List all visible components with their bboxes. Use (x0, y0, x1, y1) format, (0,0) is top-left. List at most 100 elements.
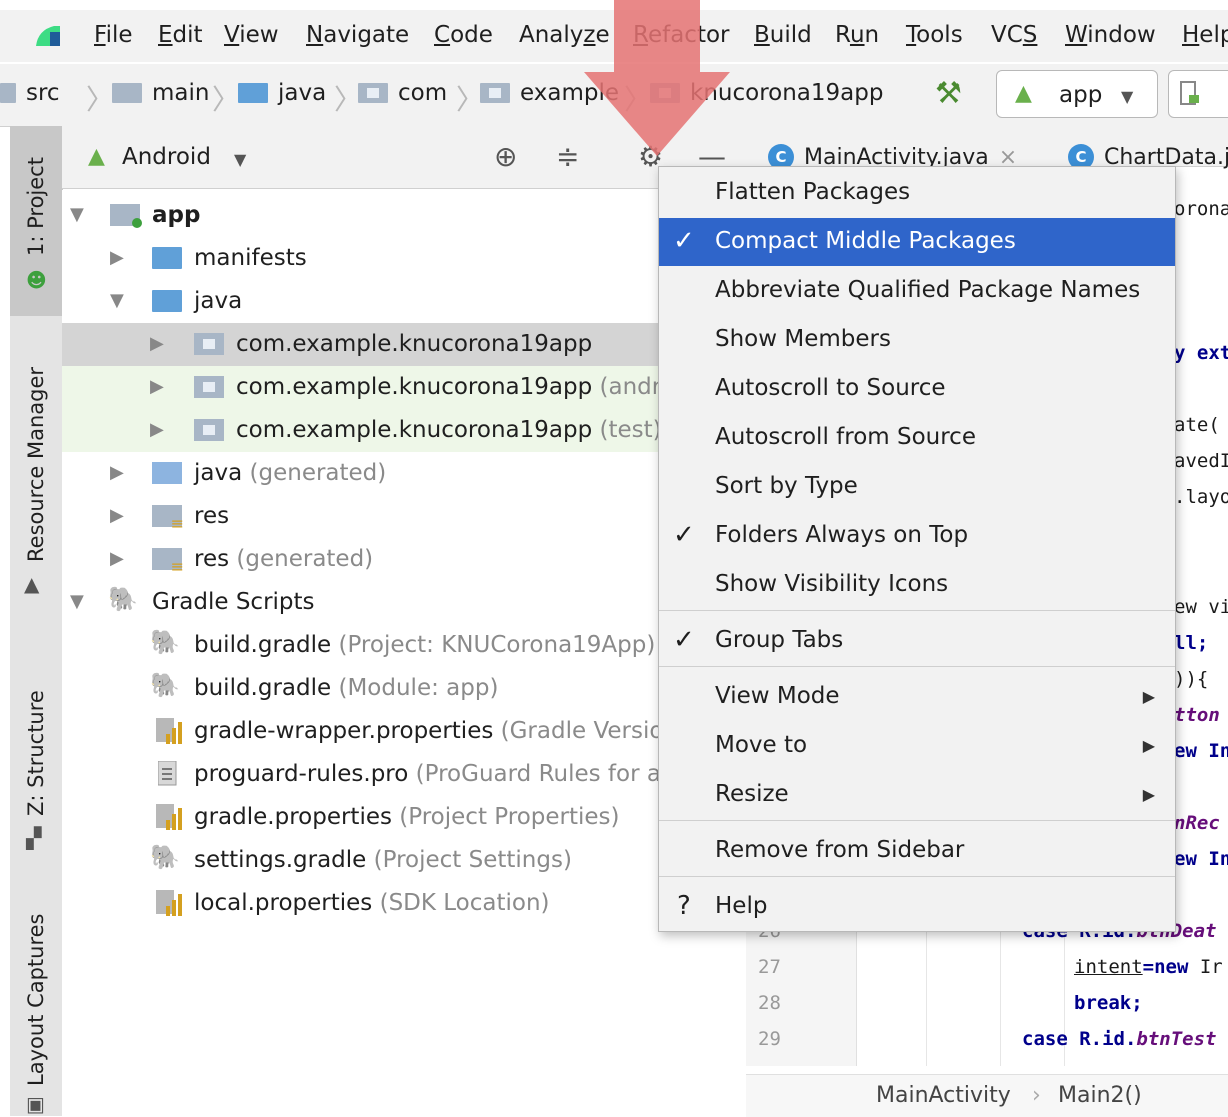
collapsed-arrow-icon[interactable]: ▶ (150, 419, 164, 440)
menu-window[interactable]: Window (1065, 22, 1156, 48)
gradle-file-icon: 🐘 (150, 843, 180, 871)
tree-item-gradle-properties[interactable]: gradle.properties (Project Properties) (62, 796, 746, 839)
device-select[interactable] (1168, 70, 1228, 118)
properties-file-icon (156, 890, 182, 916)
tree-item-gradle-scripts[interactable]: ▼ 🐘 Gradle Scripts (62, 581, 746, 624)
generated-folder-icon (152, 462, 182, 484)
tree-item-java[interactable]: ▼ java (62, 280, 746, 323)
menu-vcs[interactable]: VCS (991, 22, 1037, 48)
menu-edit[interactable]: Edit (158, 22, 203, 48)
line-number: 29 (758, 1028, 781, 1050)
run-configuration-select[interactable]: ▲ app ▼ (996, 70, 1158, 118)
resource-manager-icon: ▲ (24, 572, 40, 596)
menu-item-view-mode[interactable]: View Mode ▶ (659, 673, 1175, 721)
android-studio-logo-icon (36, 26, 60, 46)
tree-item-package-test[interactable]: ▶ com.example.knucorona19app (test) (62, 409, 746, 452)
menu-code[interactable]: Code (434, 22, 493, 48)
menu-item-compact-middle-packages[interactable]: ✓ Compact Middle Packages (659, 218, 1175, 266)
module-folder-icon (110, 204, 142, 228)
collapsed-arrow-icon[interactable]: ▶ (110, 247, 124, 268)
code-line-28: break; (1074, 992, 1143, 1014)
tree-item-local-properties[interactable]: local.properties (SDK Location) (62, 882, 746, 925)
properties-file-icon (156, 718, 182, 744)
gradle-file-icon: 🐘 (150, 628, 180, 656)
chevron-down-icon: ▼ (234, 150, 247, 169)
collapsed-arrow-icon[interactable]: ▶ (110, 462, 124, 483)
expanded-arrow-icon[interactable]: ▼ (70, 591, 84, 612)
menu-divider (659, 876, 1175, 877)
gradle-file-icon: 🐘 (150, 671, 180, 699)
menu-item-show-members[interactable]: Show Members (659, 316, 1175, 364)
collapsed-arrow-icon[interactable]: ▶ (110, 505, 124, 526)
tab-project[interactable]: 1: Project ☻ (10, 126, 62, 316)
gradle-elephant-icon: 🐘 (108, 585, 138, 613)
android-icon: ▲ (1015, 81, 1032, 106)
submenu-arrow-icon: ▶ (1142, 785, 1155, 804)
tree-item-package-android-test[interactable]: ▶ com.example.knucorona19app (androidTes… (62, 366, 746, 409)
expanded-arrow-icon[interactable]: ▼ (70, 204, 84, 225)
tree-item-app[interactable]: ▼ app (62, 194, 746, 237)
breadcrumb-class[interactable]: MainActivity (876, 1083, 1011, 1108)
menu-item-autoscroll-to-source[interactable]: Autoscroll to Source (659, 365, 1175, 413)
menu-item-resize[interactable]: Resize ▶ (659, 771, 1175, 819)
menu-item-sort-by-type[interactable]: Sort by Type (659, 463, 1175, 511)
collapsed-arrow-icon[interactable]: ▶ (110, 548, 124, 569)
crumb-main[interactable]: main (112, 80, 209, 106)
expanded-arrow-icon[interactable]: ▼ (110, 290, 124, 311)
menu-item-autoscroll-from-source[interactable]: Autoscroll from Source (659, 414, 1175, 462)
tree-item-proguard-rules[interactable]: proguard-rules.pro (ProGuard Rules for a… (62, 753, 746, 796)
menu-item-help[interactable]: ? Help (659, 883, 1175, 931)
editor-breadcrumb: MainActivity › Main2() (746, 1074, 1228, 1117)
collapsed-arrow-icon[interactable]: ▶ (150, 333, 164, 354)
crumb-separator-icon: 〉 (212, 83, 241, 116)
menu-item-move-to[interactable]: Move to ▶ (659, 722, 1175, 770)
menu-item-group-tabs[interactable]: ✓ Group Tabs (659, 617, 1175, 665)
tree-item-res-generated[interactable]: ▶ res (generated) (62, 538, 746, 581)
menu-view[interactable]: View (224, 22, 279, 48)
collapse-all-icon[interactable]: ≑ (556, 140, 579, 173)
tab-structure[interactable]: Z: Structure ▞ (10, 670, 62, 860)
tree-item-build-gradle-project[interactable]: 🐘 build.gradle (Project: KNUCorona19App) (62, 624, 746, 667)
breadcrumb-method[interactable]: Main2() (1058, 1083, 1142, 1108)
menu-navigate[interactable]: Navigate (306, 22, 409, 48)
menu-item-abbreviate-qualified-package-names[interactable]: Abbreviate Qualified Package Names (659, 267, 1175, 315)
crumb-src[interactable]: src (0, 80, 60, 106)
package-icon (480, 83, 510, 103)
crumb-java[interactable]: java (238, 80, 326, 106)
help-icon: ? (677, 891, 691, 921)
tree-item-manifests[interactable]: ▶ manifests (62, 237, 746, 280)
menu-tools[interactable]: Tools (906, 22, 963, 48)
folder-icon (112, 83, 142, 103)
tab-resource-manager[interactable]: Resource Manager ▲ (10, 330, 62, 610)
crumb-com[interactable]: com (358, 80, 447, 106)
tab-layout-captures[interactable]: Layout Captures ▣ (10, 900, 62, 1116)
submenu-arrow-icon: ▶ (1142, 736, 1155, 755)
text-file-icon (158, 761, 177, 786)
tree-item-build-gradle-module[interactable]: 🐘 build.gradle (Module: app) (62, 667, 746, 710)
tree-item-gradle-wrapper-properties[interactable]: gradle-wrapper.properties (Gradle Versio… (62, 710, 746, 753)
check-icon: ✓ (673, 520, 695, 550)
menu-item-flatten-packages[interactable]: Flatten Packages (659, 169, 1175, 217)
menu-item-folders-always-on-top[interactable]: ✓ Folders Always on Top (659, 512, 1175, 560)
menu-file[interactable]: File (94, 22, 133, 48)
menu-help[interactable]: Help (1182, 22, 1228, 48)
submenu-arrow-icon: ▶ (1142, 687, 1155, 706)
tree-item-java-generated[interactable]: ▶ java (generated) (62, 452, 746, 495)
project-options-popup-menu: Flatten Packages ✓ Compact Middle Package… (658, 166, 1176, 932)
tree-item-settings-gradle[interactable]: 🐘 settings.gradle (Project Settings) (62, 839, 746, 882)
menu-run[interactable]: Run (835, 22, 879, 48)
chevron-down-icon: ▼ (1121, 87, 1134, 106)
menu-item-show-visibility-icons[interactable]: Show Visibility Icons (659, 561, 1175, 609)
code-line-27: intent=new Ir (1074, 956, 1223, 978)
folder-icon (152, 247, 182, 269)
menu-item-remove-from-sidebar[interactable]: Remove from Sidebar (659, 827, 1175, 875)
collapsed-arrow-icon[interactable]: ▶ (150, 376, 164, 397)
tree-item-package-main[interactable]: ▶ com.example.knucorona19app (62, 323, 746, 366)
tree-item-res[interactable]: ▶ res (62, 495, 746, 538)
build-hammer-icon[interactable]: ⚒ (935, 76, 962, 111)
menu-divider (659, 820, 1175, 821)
menu-build[interactable]: Build (754, 22, 812, 48)
project-icon: ☻ (26, 268, 47, 292)
locate-target-icon[interactable]: ⊕ (494, 140, 517, 173)
package-icon (194, 419, 224, 441)
